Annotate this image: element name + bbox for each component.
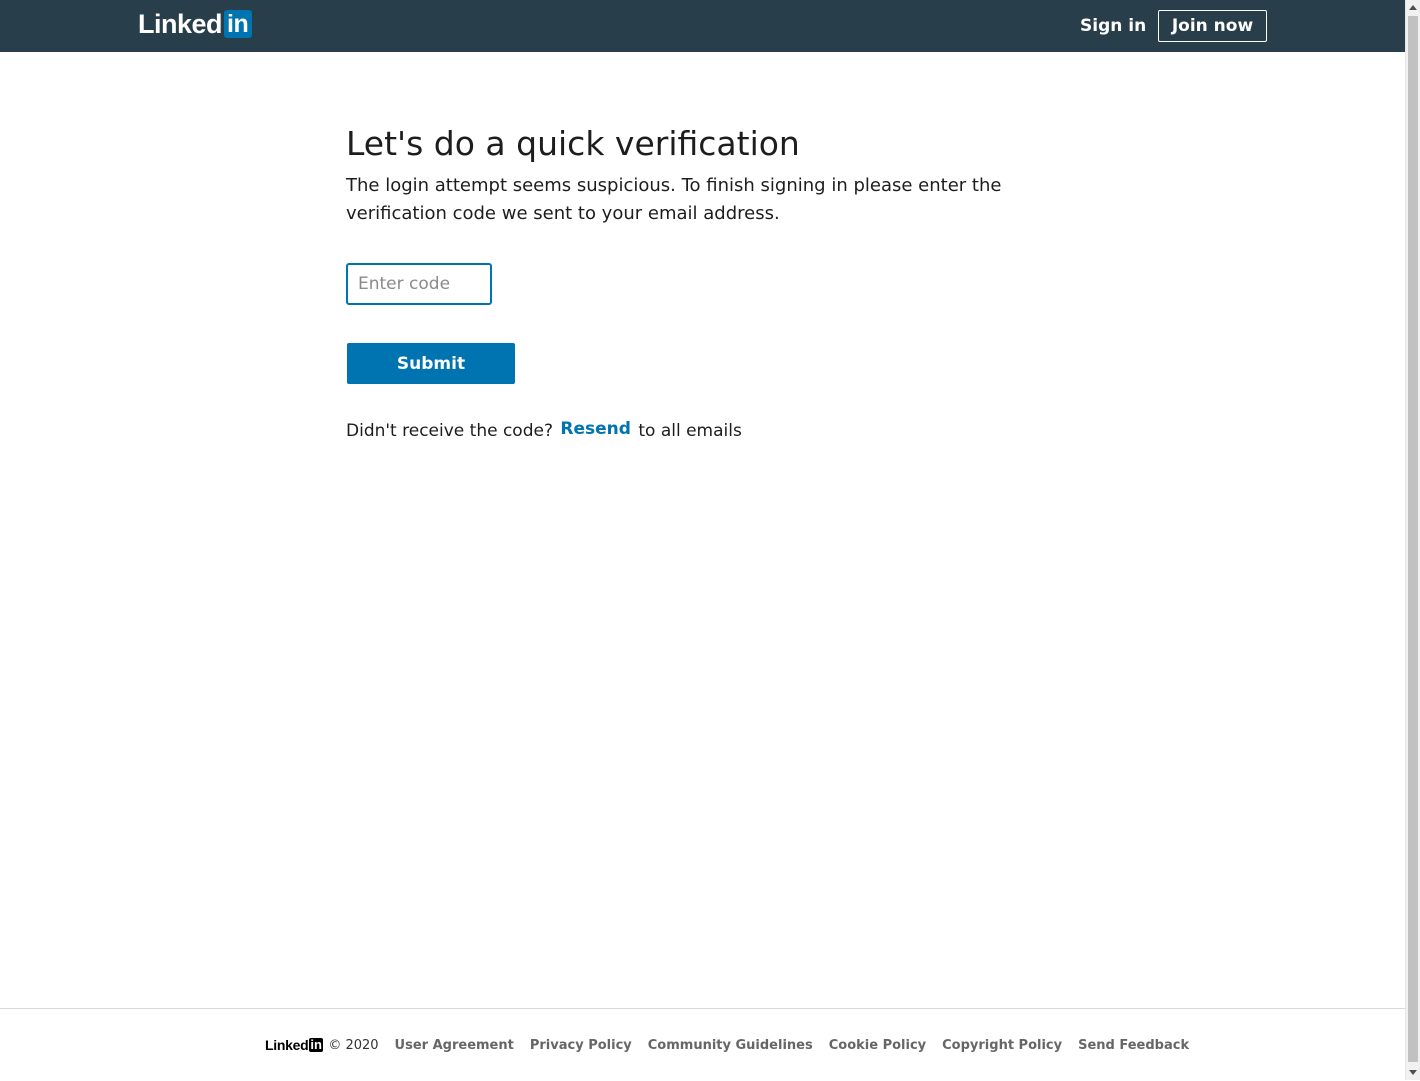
footer-linkedin-logo: Linked in <box>265 1037 324 1053</box>
page-title: Let's do a quick verification <box>346 124 800 163</box>
footer-link-send-feedback[interactable]: Send Feedback <box>1078 1038 1189 1053</box>
scroll-up-arrow-icon[interactable] <box>1409 5 1417 10</box>
footer-logo-wordmark: Linked <box>265 1037 309 1053</box>
footer-logo-in-text: in <box>310 1037 322 1052</box>
logo-wordmark: Linked <box>138 9 223 39</box>
footer-link-community-guidelines[interactable]: Community Guidelines <box>648 1038 813 1053</box>
resend-link[interactable]: Resend <box>560 419 631 439</box>
sign-in-link[interactable]: Sign in <box>1080 15 1146 37</box>
join-now-button[interactable]: Join now <box>1158 10 1267 42</box>
scroll-down-arrow-icon[interactable] <box>1409 1070 1417 1075</box>
footer-logo-in-icon: in <box>309 1037 324 1052</box>
footer: Linked in © 2020 User Agreement Privacy … <box>0 1008 1405 1081</box>
footer-link-user-agreement[interactable]: User Agreement <box>395 1038 514 1053</box>
copyright-text: © 2020 <box>328 1037 379 1053</box>
logo-in-text: in <box>227 10 249 38</box>
footer-link-copyright-policy[interactable]: Copyright Policy <box>942 1038 1062 1053</box>
footer-link-cookie-policy[interactable]: Cookie Policy <box>829 1038 926 1053</box>
submit-button[interactable]: Submit <box>347 343 515 384</box>
scrollbar-thumb[interactable] <box>1408 16 1418 1062</box>
linkedin-logo[interactable]: Linked in <box>138 9 253 39</box>
page-subtitle: The login attempt seems suspicious. To f… <box>346 175 1002 224</box>
logo-in-icon: in <box>224 10 253 38</box>
footer-links: Linked in © 2020 User Agreement Privacy … <box>265 1037 1189 1053</box>
resend-suffix: to all emails <box>638 421 742 441</box>
footer-link-privacy-policy[interactable]: Privacy Policy <box>530 1038 632 1053</box>
verification-code-input[interactable] <box>346 263 492 305</box>
page: Linked in Sign in Join now Let's do a qu… <box>0 0 1405 1081</box>
top-navigation-bar: Linked in Sign in Join now <box>0 0 1405 52</box>
vertical-scrollbar[interactable] <box>1405 0 1420 1080</box>
resend-prompt: Didn't receive the code? Resend to all e… <box>346 419 742 443</box>
resend-prefix: Didn't receive the code? <box>346 421 553 441</box>
